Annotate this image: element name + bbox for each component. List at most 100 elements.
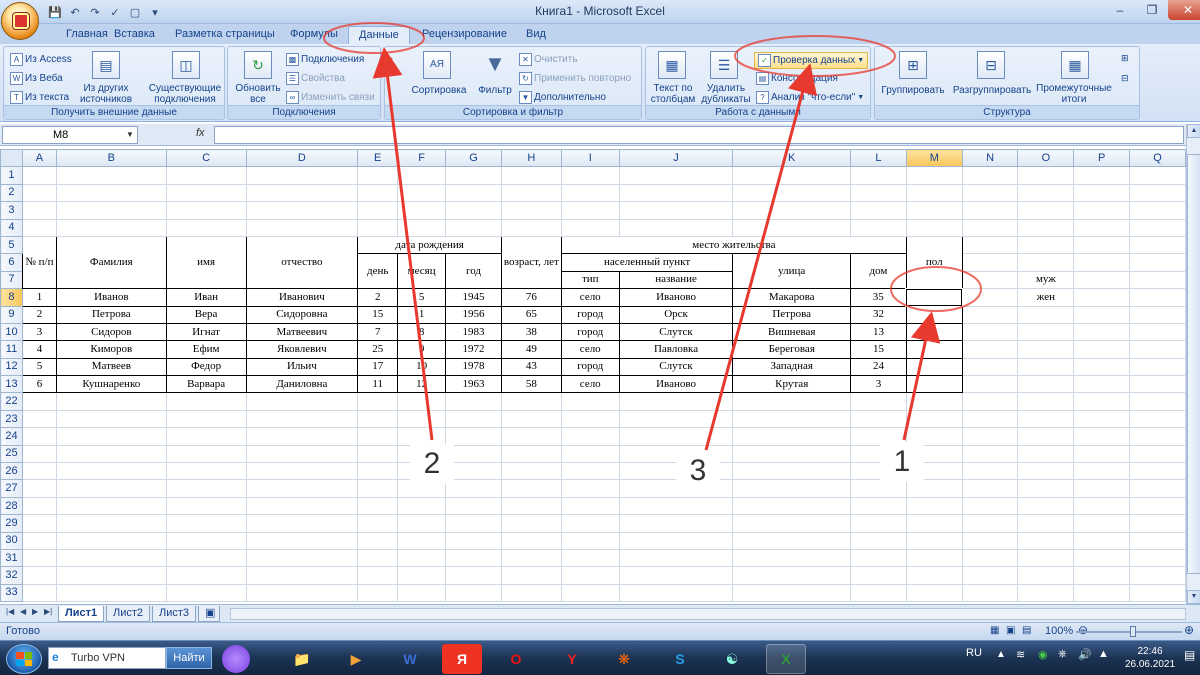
subtotal-button[interactable]: Промежуточные итоги: [1031, 83, 1117, 105]
cell[interactable]: [1017, 409, 1075, 429]
sort-az-icon[interactable]: ↕: [389, 55, 394, 66]
header-month[interactable]: месяц: [397, 253, 447, 290]
table-cell[interactable]: Западная: [732, 357, 852, 377]
cell[interactable]: [245, 392, 359, 411]
cell[interactable]: [560, 444, 620, 464]
cell[interactable]: [21, 548, 57, 568]
cell[interactable]: [850, 409, 907, 429]
cell[interactable]: [618, 566, 734, 585]
cell[interactable]: [1073, 322, 1131, 342]
table-cell[interactable]: село: [560, 340, 620, 359]
cell[interactable]: [21, 392, 57, 411]
table-cell[interactable]: 1: [21, 288, 57, 307]
video-app-icon[interactable]: ❋: [604, 644, 644, 674]
table-cell[interactable]: 43: [500, 357, 562, 377]
cell[interactable]: [55, 462, 167, 481]
file-explorer-icon[interactable]: 📁: [282, 644, 322, 674]
cell[interactable]: [445, 514, 502, 533]
table-cell[interactable]: 15: [357, 305, 399, 324]
remove-duplicates-icon[interactable]: ☰: [710, 51, 738, 79]
cell[interactable]: [850, 218, 907, 237]
cell[interactable]: [397, 427, 447, 446]
cell[interactable]: [850, 496, 907, 516]
cell[interactable]: [1073, 375, 1131, 394]
cell[interactable]: [165, 183, 247, 203]
table-cell[interactable]: 6: [21, 375, 57, 394]
cell[interactable]: [165, 531, 247, 550]
table-cell[interactable]: Сидоров: [55, 322, 167, 342]
table-cell[interactable]: Даниловна: [245, 375, 359, 394]
cell[interactable]: [357, 166, 399, 185]
header-day[interactable]: день: [357, 253, 399, 290]
table-cell[interactable]: город: [560, 322, 620, 342]
cell[interactable]: [1129, 288, 1186, 307]
cell[interactable]: [397, 218, 447, 237]
cell[interactable]: [165, 566, 247, 585]
table-cell[interactable]: 65: [500, 305, 562, 324]
row-header-32[interactable]: 32: [0, 566, 23, 585]
media-player-icon[interactable]: ▶: [336, 644, 376, 674]
table-cell[interactable]: 15: [850, 340, 907, 359]
cell[interactable]: [1073, 235, 1131, 255]
header-settlement[interactable]: населенный пункт: [560, 253, 734, 272]
cell[interactable]: [1073, 253, 1131, 272]
insert-function-icon[interactable]: fx: [196, 127, 205, 139]
cell[interactable]: [905, 409, 963, 429]
column-header-C[interactable]: C: [165, 149, 247, 168]
cell[interactable]: [55, 166, 167, 185]
cell[interactable]: [618, 496, 734, 516]
row-header-5[interactable]: 5: [0, 235, 23, 255]
cell[interactable]: [21, 531, 57, 550]
table-cell[interactable]: 7: [357, 322, 399, 342]
name-box-dropdown-icon[interactable]: ▼: [126, 130, 134, 139]
cell[interactable]: [21, 166, 57, 185]
cell[interactable]: [1073, 531, 1131, 550]
cell[interactable]: [245, 479, 359, 498]
cell[interactable]: [445, 583, 502, 603]
connections-button[interactable]: ▩ Подключения: [286, 53, 364, 66]
cell[interactable]: [500, 531, 562, 550]
cell[interactable]: [961, 201, 1019, 220]
cell[interactable]: [1017, 514, 1075, 533]
cell[interactable]: [961, 409, 1019, 429]
cell[interactable]: [1129, 479, 1186, 498]
cell[interactable]: [961, 322, 1019, 342]
cell[interactable]: [961, 444, 1019, 464]
cell[interactable]: [165, 583, 247, 603]
normal-view-icon[interactable]: ▦: [990, 625, 999, 636]
header-age[interactable]: возраст, лет: [500, 235, 562, 290]
skype-icon[interactable]: S: [660, 644, 700, 674]
cell[interactable]: [1017, 166, 1075, 185]
row-header-10[interactable]: 10: [0, 322, 23, 342]
cell[interactable]: [357, 409, 399, 429]
app-icon[interactable]: ☯: [712, 644, 752, 674]
cell[interactable]: [905, 496, 963, 516]
table-cell[interactable]: Варвара: [165, 375, 247, 394]
cell[interactable]: [1129, 357, 1186, 377]
ungroup-rows-icon[interactable]: ⊟: [977, 51, 1005, 79]
cell[interactable]: [560, 392, 620, 411]
cell[interactable]: [357, 566, 399, 585]
table-cell[interactable]: [905, 357, 963, 377]
volume-icon[interactable]: 🔊: [1078, 648, 1092, 661]
cell[interactable]: [1017, 340, 1075, 359]
cell[interactable]: [732, 427, 852, 446]
table-cell[interactable]: 11: [357, 375, 399, 394]
cell[interactable]: [245, 201, 359, 220]
header-patronymic[interactable]: отчество: [245, 235, 359, 290]
cell[interactable]: [732, 201, 852, 220]
cell[interactable]: [500, 427, 562, 446]
cell[interactable]: [961, 183, 1019, 203]
close-icon[interactable]: ✕: [1168, 0, 1200, 20]
cell[interactable]: [961, 479, 1019, 498]
table-cell[interactable]: 76: [500, 288, 562, 307]
taskbar-clock[interactable]: 22:46 26.06.2021: [1120, 645, 1180, 671]
header-sex[interactable]: пол: [905, 235, 963, 290]
cell[interactable]: [961, 583, 1019, 603]
cell[interactable]: [1073, 166, 1131, 185]
cell[interactable]: [905, 166, 963, 185]
cell[interactable]: [961, 392, 1019, 411]
cell[interactable]: [961, 305, 1019, 324]
cell[interactable]: [165, 427, 247, 446]
cell[interactable]: [1017, 548, 1075, 568]
